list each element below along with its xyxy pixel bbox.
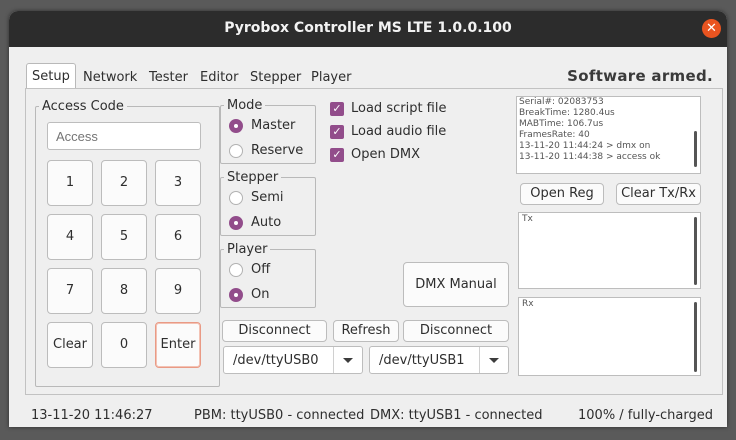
tx-textbox[interactable]: Tx [518, 212, 701, 289]
window-title: Pyrobox Controller MS LTE 1.0.0.100 [224, 20, 512, 36]
pbm-port-value: /dev/ttyUSB0 [233, 353, 319, 368]
key-2[interactable]: 2 [101, 160, 147, 206]
log-line: Serial#: 02083753 [519, 97, 604, 107]
access-input[interactable] [47, 122, 201, 150]
tab-stepper[interactable]: Stepper [250, 67, 301, 89]
chevron-down-icon [343, 358, 353, 363]
close-icon[interactable]: ✕ [702, 19, 721, 38]
status-dmx: DMX: ttyUSB1 - connected [370, 408, 543, 423]
tab-editor[interactable]: Editor [200, 67, 238, 89]
mode-legend: Mode [227, 98, 263, 113]
key-7[interactable]: 7 [47, 268, 93, 314]
log-line: 13-11-20 11:44:24 > dmx on [519, 141, 651, 151]
rx-textbox[interactable]: Rx [518, 297, 701, 376]
status-pbm: PBM: ttyUSB0 - connected [194, 408, 365, 423]
tab-tester[interactable]: Tester [149, 67, 188, 89]
info-log[interactable]: Serial#: 02083753 BreakTime: 1280.4us MA… [516, 96, 701, 174]
key-8[interactable]: 8 [101, 268, 147, 314]
status-datetime: 13-11-20 11:46:27 [31, 408, 153, 423]
radio-selected-icon [229, 288, 243, 302]
open-dmx-label: Open DMX [351, 147, 420, 162]
rx-scrollbar[interactable] [694, 302, 697, 372]
log-line: FramesRate: 40 [519, 130, 590, 140]
key-3[interactable]: 3 [155, 160, 201, 206]
key-0[interactable]: 0 [101, 322, 147, 368]
armed-status: Software armed. [567, 67, 713, 85]
dropdown-toggle[interactable] [333, 347, 362, 373]
enter-key[interactable]: Enter [155, 322, 201, 368]
log-scrollbar[interactable] [694, 131, 697, 167]
tx-scrollbar[interactable] [694, 217, 697, 285]
clear-txrx-button[interactable]: Clear Tx/Rx [616, 183, 701, 205]
radio-selected-icon [229, 119, 243, 133]
dmx-port-value: /dev/ttyUSB1 [379, 353, 465, 368]
tab-network[interactable]: Network [83, 67, 137, 89]
player-off-label: Off [251, 262, 271, 277]
checkmark-icon: ✓ [330, 125, 344, 139]
dmx-manual-button[interactable]: DMX Manual [403, 262, 509, 307]
log-line: BreakTime: 1280.4us [519, 108, 615, 118]
status-battery: 100% / fully-charged [578, 408, 713, 423]
key-1[interactable]: 1 [47, 160, 93, 206]
radio-unselected-icon [229, 191, 243, 205]
mode-master-label: Master [251, 118, 296, 133]
disconnect-dmx-button[interactable]: Disconnect [403, 320, 509, 342]
key-4[interactable]: 4 [47, 214, 93, 260]
radio-unselected-icon [229, 144, 243, 158]
refresh-button[interactable]: Refresh [333, 320, 399, 342]
radio-unselected-icon [229, 263, 243, 277]
tab-player[interactable]: Player [311, 67, 351, 89]
app-window: Pyrobox Controller MS LTE 1.0.0.100 ✕ Se… [9, 11, 727, 427]
disconnect-pbm-button[interactable]: Disconnect [222, 320, 327, 342]
stepper-legend: Stepper [227, 170, 279, 185]
title-bar: Pyrobox Controller MS LTE 1.0.0.100 ✕ [9, 11, 727, 47]
clear-key[interactable]: Clear [47, 322, 93, 368]
key-6[interactable]: 6 [155, 214, 201, 260]
mode-reserve-label: Reserve [251, 143, 304, 158]
key-5[interactable]: 5 [101, 214, 147, 260]
checkmark-icon: ✓ [330, 102, 344, 116]
pbm-port-select[interactable]: /dev/ttyUSB0 [223, 346, 363, 374]
log-line: MABTime: 106.7us [519, 119, 604, 129]
log-line: 13-11-20 11:44:38 > access ok [519, 152, 661, 162]
key-9[interactable]: 9 [155, 268, 201, 314]
dmx-port-select[interactable]: /dev/ttyUSB1 [369, 346, 509, 374]
stepper-semi-label: Semi [251, 190, 284, 205]
load-audio-label: Load audio file [351, 124, 447, 139]
dropdown-toggle[interactable] [479, 347, 508, 373]
tab-setup[interactable]: Setup [26, 63, 76, 90]
load-script-label: Load script file [351, 101, 447, 116]
player-on-label: On [251, 287, 270, 302]
open-reg-button[interactable]: Open Reg [520, 183, 604, 205]
radio-selected-icon [229, 216, 243, 230]
chevron-down-icon [489, 358, 499, 363]
stepper-auto-label: Auto [251, 215, 282, 230]
checkmark-icon: ✓ [330, 148, 344, 162]
tx-label: Tx [522, 214, 533, 224]
rx-label: Rx [522, 299, 534, 309]
player-legend: Player [227, 242, 268, 257]
access-code-legend: Access Code [42, 99, 124, 114]
